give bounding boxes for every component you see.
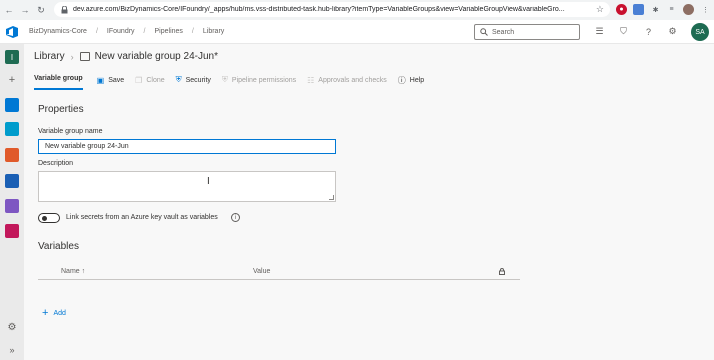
address-bar[interactable]: dev.azure.com/BizDynamics-Core/IFoundry/… xyxy=(54,2,610,17)
breadcrumb-item[interactable]: BizDynamics-Core xyxy=(29,28,87,35)
breadcrumb-separator: / xyxy=(95,28,98,35)
help-button[interactable]: ⓘ Help xyxy=(398,75,424,86)
reading-list-icon[interactable]: ≡ xyxy=(666,4,677,15)
tab-variable-group[interactable]: Variable group xyxy=(34,75,83,90)
browser-chrome: ← → ↻ dev.azure.com/BizDynamics-Core/IFo… xyxy=(0,0,714,20)
description-label: Description xyxy=(38,160,74,167)
chevron-right-icon: › xyxy=(70,51,74,62)
variables-table-header: Name ↑ Value xyxy=(38,264,520,280)
breadcrumb-item[interactable]: Pipelines xyxy=(155,28,183,35)
user-settings-icon[interactable]: ⚙ xyxy=(667,26,678,37)
add-icon[interactable]: + xyxy=(5,73,19,87)
back-icon[interactable]: ← xyxy=(2,3,16,17)
description-textarea[interactable] xyxy=(38,171,336,202)
security-button[interactable]: ⛨ Security xyxy=(176,75,211,85)
save-icon: ▣ xyxy=(96,75,105,85)
expand-icon[interactable]: » xyxy=(5,343,19,357)
pipeline-permissions-button[interactable]: ⛨ Pipeline permissions xyxy=(222,75,296,85)
command-bar: Variable group ▣ Save ❐ Clone ⛨ Security… xyxy=(34,73,435,90)
breadcrumb-item[interactable]: Library xyxy=(203,28,224,35)
add-label: Add xyxy=(53,309,66,317)
library-link[interactable]: Library xyxy=(34,51,65,62)
url-text: dev.azure.com/BizDynamics-Core/IFoundry/… xyxy=(73,6,565,13)
breadcrumb-separator: / xyxy=(191,28,194,35)
pipeline-permissions-label: Pipeline permissions xyxy=(231,76,297,84)
checklist-icon: ☷ xyxy=(307,75,315,85)
info-icon[interactable]: i xyxy=(231,213,240,222)
azure-devops-logo-icon[interactable] xyxy=(0,20,24,44)
column-value: Value xyxy=(253,268,271,275)
list-icon[interactable]: ☰ xyxy=(594,26,605,37)
reload-icon[interactable]: ↻ xyxy=(34,3,48,17)
keyvault-label: Link secrets from an Azure key vault as … xyxy=(66,214,218,221)
marketplace-icon[interactable]: ⛉ xyxy=(618,26,629,37)
breadcrumb: BizDynamics-Core / IFoundry / Pipelines … xyxy=(29,28,224,35)
extension-icon[interactable] xyxy=(633,4,644,15)
profile-icon[interactable] xyxy=(683,4,694,15)
top-bar: BizDynamics-Core / IFoundry / Pipelines … xyxy=(0,20,714,44)
variables-heading: Variables xyxy=(38,241,79,252)
help-circle-icon: ⓘ xyxy=(397,75,406,85)
forward-icon[interactable]: → xyxy=(18,3,32,17)
security-label: Security xyxy=(185,76,211,84)
save-label: Save xyxy=(108,76,125,84)
keyvault-toggle[interactable] xyxy=(38,213,60,223)
add-icon: + xyxy=(42,307,49,319)
page-title: New variable group 24-Jun* xyxy=(94,51,218,62)
name-label: Variable group name xyxy=(38,128,103,135)
avatar[interactable]: SA xyxy=(691,23,709,41)
search-placeholder: Search xyxy=(492,28,515,36)
clone-label: Clone xyxy=(146,76,165,84)
pipelines-icon[interactable] xyxy=(5,174,19,188)
breadcrumb-item[interactable]: IFoundry xyxy=(107,28,135,35)
help-label: Help xyxy=(409,76,425,84)
boards-icon[interactable] xyxy=(5,122,19,136)
bookmark-star-icon[interactable]: ☆ xyxy=(596,4,604,15)
save-button[interactable]: ▣ Save xyxy=(97,76,125,85)
shield-icon: ⛨ xyxy=(221,75,228,84)
approvals-button[interactable]: ☷ Approvals and checks xyxy=(307,76,387,85)
sort-arrow-icon: ↑ xyxy=(81,268,86,275)
extension-icon[interactable]: ● xyxy=(616,4,627,15)
search-icon xyxy=(480,28,488,36)
clone-icon: ❐ xyxy=(135,75,143,85)
resize-handle[interactable] xyxy=(329,195,334,200)
column-name-label: Name xyxy=(61,268,80,275)
puzzle-icon[interactable]: ✱ xyxy=(650,4,661,15)
help-icon[interactable]: ? xyxy=(643,26,654,37)
search-box[interactable]: Search xyxy=(474,24,580,40)
breadcrumb-separator: / xyxy=(143,28,146,35)
left-rail: I + ⚙ » xyxy=(0,44,24,360)
overview-icon[interactable] xyxy=(5,98,19,112)
shield-icon: ⛨ xyxy=(175,75,182,84)
test-plans-icon[interactable] xyxy=(5,199,19,213)
browser-menu-icon[interactable]: ⋮ xyxy=(700,4,711,15)
approvals-label: Approvals and checks xyxy=(318,76,387,84)
main-content: Library › New variable group 24-Jun* Var… xyxy=(24,44,714,360)
text-cursor-icon: I xyxy=(207,176,210,187)
project-settings-icon[interactable]: ⚙ xyxy=(5,320,19,334)
column-name[interactable]: Name ↑ xyxy=(61,268,85,275)
lock-icon xyxy=(60,5,68,14)
variable-group-icon xyxy=(79,52,90,61)
add-variable-button[interactable]: + Add xyxy=(42,307,66,319)
page-header: Library › New variable group 24-Jun* xyxy=(34,51,218,62)
properties-heading: Properties xyxy=(38,104,84,115)
repos-icon[interactable] xyxy=(5,148,19,162)
clone-button[interactable]: ❐ Clone xyxy=(135,76,164,85)
artifacts-icon[interactable] xyxy=(5,224,19,238)
project-icon[interactable]: I xyxy=(5,50,19,64)
toggle-knob xyxy=(42,216,47,221)
variable-group-name-input[interactable]: New variable group 24-Jun xyxy=(38,139,336,154)
lock-icon xyxy=(499,268,505,277)
